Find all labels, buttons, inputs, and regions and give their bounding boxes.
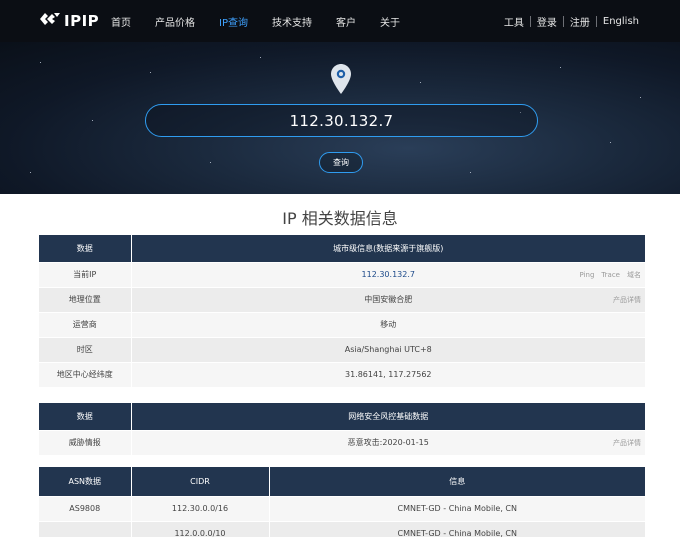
row-label: 威胁情报 (39, 430, 132, 456)
star-decor (640, 97, 641, 98)
table-row: 112.0.0.0/10 CMNET-GD - China Mobile, CN (39, 521, 645, 537)
product-details-link[interactable]: 产品详情 (613, 295, 641, 305)
language-switch[interactable]: English (603, 16, 639, 27)
row-value: 恶意攻击:2020-01-15 产品详情 (131, 430, 645, 456)
table-header-asn: ASN数据 (39, 467, 132, 497)
ip-tools-links: Ping Trace 域名 (573, 263, 641, 287)
query-button[interactable]: 查询 (319, 152, 363, 173)
location-pin-icon (331, 64, 351, 98)
table-header-info: 信息 (269, 467, 645, 497)
row-label: 运营商 (39, 312, 132, 338)
product-details-link[interactable]: 产品详情 (613, 438, 641, 448)
nav-pricing[interactable]: 产品价格 (155, 14, 195, 29)
nav-tools[interactable]: 工具 (504, 14, 524, 29)
table-row: 运营商 移动 (39, 312, 645, 338)
star-decor (470, 172, 471, 173)
row-label: 时区 (39, 337, 132, 363)
trace-link[interactable]: Trace (601, 271, 620, 279)
nav-ip-query[interactable]: IP查询 (219, 14, 248, 29)
location-value: 中国安徽合肥 (364, 295, 413, 304)
divider (562, 15, 564, 27)
table-row: 时区 Asia/Shanghai UTC+8 (39, 337, 645, 363)
star-decor (30, 172, 31, 173)
table-header-cidr: CIDR (131, 467, 270, 497)
top-navbar: IPIP 首页 产品价格 IP查询 技术支持 客户 关于 工具 登录 注册 En… (0, 0, 680, 42)
city-info-table: 数据 城市级信息(数据来源于旗舰版) 当前IP 112.30.132.7 Pin… (39, 235, 645, 388)
star-decor (420, 82, 421, 83)
star-decor (150, 72, 151, 73)
table-header-city: 城市级信息(数据来源于旗舰版) (131, 235, 645, 263)
info-cell: CMNET-GD - China Mobile, CN (269, 521, 645, 537)
login-link[interactable]: 登录 (537, 14, 557, 29)
divider (529, 15, 531, 27)
table-row: AS9808 112.30.0.0/16 CMNET-GD - China Mo… (39, 496, 645, 522)
table-row: 地理位置 中国安徽合肥 产品详情 (39, 287, 645, 313)
ip-search-value: 112.30.132.7 (289, 111, 394, 130)
ping-link[interactable]: Ping (580, 271, 595, 279)
nav-support[interactable]: 技术支持 (272, 14, 312, 29)
page-title: IP 相关数据信息 (282, 209, 398, 228)
row-value: 112.30.132.7 Ping Trace 域名 (131, 262, 645, 288)
hero-search-area: 112.30.132.7 查询 (0, 42, 680, 194)
threat-intel-value: 恶意攻击:2020-01-15 (347, 438, 429, 447)
divider (595, 15, 597, 27)
info-cell: CMNET-GD - China Mobile, CN (269, 496, 645, 522)
main-nav: 首页 产品价格 IP查询 技术支持 客户 关于 (111, 0, 424, 42)
isp-value: 移动 (131, 312, 645, 338)
nav-customers[interactable]: 客户 (336, 14, 356, 29)
star-decor (40, 62, 41, 63)
cidr-cell: 112.0.0.0/10 (131, 521, 270, 537)
nav-home[interactable]: 首页 (111, 14, 131, 29)
asn-table: ASN数据 CIDR 信息 AS9808 112.30.0.0/16 CMNET… (39, 467, 645, 537)
ip-search-input[interactable]: 112.30.132.7 (145, 104, 538, 137)
row-value: 中国安徽合肥 产品详情 (131, 287, 645, 313)
cidr-cell: 112.30.0.0/16 (131, 496, 270, 522)
coordinates-value: 31.86141, 117.27562 (131, 362, 645, 388)
register-link[interactable]: 注册 (570, 14, 590, 29)
logo-icon (40, 11, 60, 31)
star-decor (610, 142, 611, 143)
product-links: 产品详情 (606, 288, 641, 312)
star-decor (92, 120, 93, 121)
table-row: 地区中心经纬度 31.86141, 117.27562 (39, 362, 645, 388)
row-label: 当前IP (39, 262, 132, 288)
timezone-value: Asia/Shanghai UTC+8 (131, 337, 645, 363)
table-row: 威胁情报 恶意攻击:2020-01-15 产品详情 (39, 430, 645, 456)
domain-link[interactable]: 域名 (627, 270, 641, 280)
risk-info-table: 数据 网络安全风控基础数据 威胁情报 恶意攻击:2020-01-15 产品详情 (39, 403, 645, 456)
asn-cell (39, 521, 132, 537)
user-nav: 工具 登录 注册 English (504, 0, 639, 42)
table-header-risk: 网络安全风控基础数据 (131, 403, 645, 431)
star-decor (260, 57, 261, 58)
nav-about[interactable]: 关于 (380, 14, 400, 29)
table-header-data: 数据 (39, 235, 132, 263)
brand-name: IPIP (64, 12, 100, 30)
star-decor (560, 67, 561, 68)
current-ip-value: 112.30.132.7 (361, 270, 415, 279)
table-row: 当前IP 112.30.132.7 Ping Trace 域名 (39, 262, 645, 288)
row-label: 地区中心经纬度 (39, 362, 132, 388)
star-decor (210, 162, 211, 163)
table-header-data: 数据 (39, 403, 132, 431)
row-label: 地理位置 (39, 287, 132, 313)
logo[interactable]: IPIP (40, 11, 99, 31)
asn-cell: AS9808 (39, 496, 132, 522)
product-links: 产品详情 (606, 431, 641, 455)
